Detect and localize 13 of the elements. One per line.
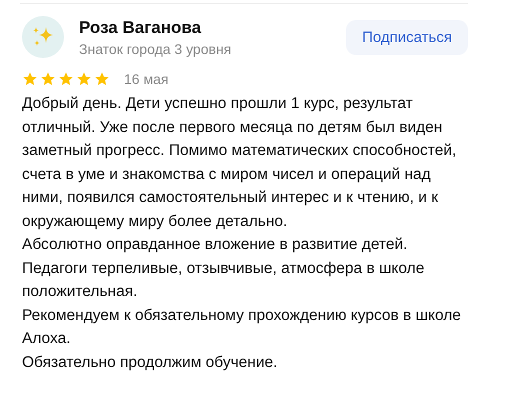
- star-icon: [94, 71, 110, 87]
- star-icon: [58, 71, 74, 87]
- review-paragraph: Добрый день. Дети успешно прошли 1 курс, результат отличный. Уже после первого месяца по детям был виден заметный прогресс. Помимо математических способностей, счета в уме и знакомства с миром чисел и операций над ними, появился самостоятельный интерес и к чтению, и к окружающему миру более детально.: [22, 94, 458, 232]
- star-icon: [76, 71, 92, 87]
- star-icon: [22, 71, 38, 87]
- review-paragraph: Обязательно продолжим обучение.: [22, 352, 278, 372]
- star-icon: [40, 71, 56, 87]
- review-paragraph: Абсолютно оправданное вложение в развитие детей. Педагоги терпеливые, отзывчивые, атмосфера в школе положительная.: [22, 235, 426, 302]
- author-name: Роза Ваганова: [79, 18, 202, 38]
- subscribe-button[interactable]: Подписаться: [346, 20, 468, 54]
- review-date: 16 мая: [124, 71, 168, 87]
- author-status: Знаток города 3 уровня: [79, 40, 232, 56]
- review-paragraph: Рекомендуем к обязательному прохождению курсов в школе Алоха.: [22, 306, 462, 349]
